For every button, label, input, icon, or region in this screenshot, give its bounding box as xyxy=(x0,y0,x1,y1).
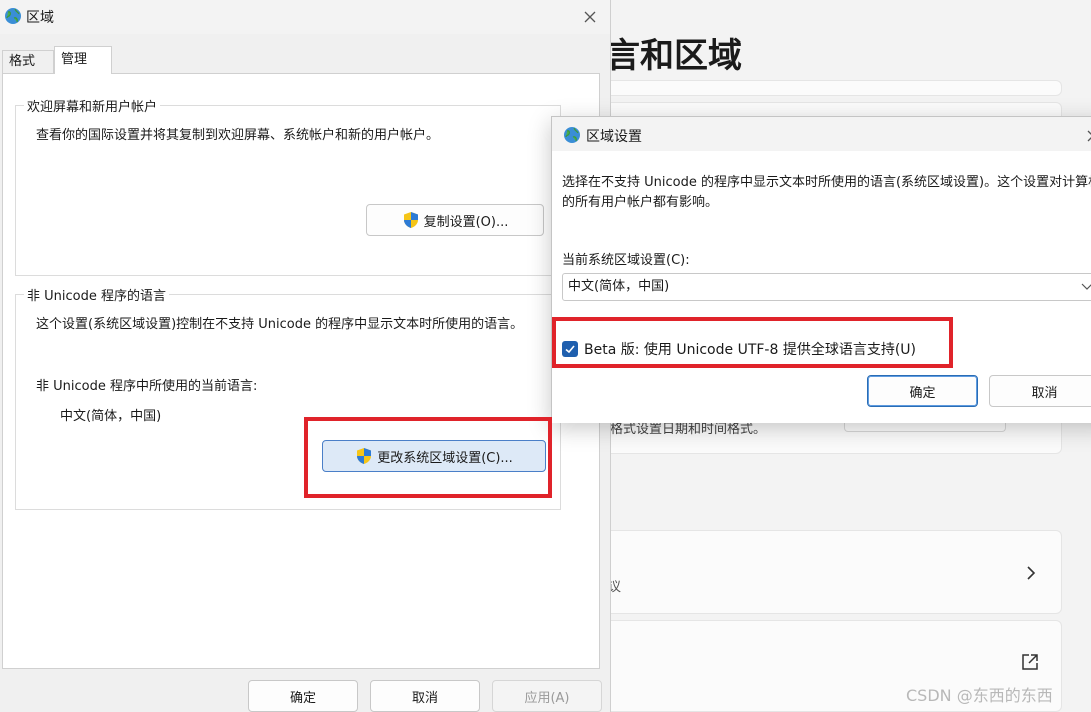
globe-icon xyxy=(4,7,22,25)
settings-card xyxy=(600,80,1062,96)
cancel-button[interactable]: 取消 xyxy=(989,375,1091,407)
dialog-body: 选择在不支持 Unicode 的程序中显示文本时所使用的语言(系统区域设置)。这… xyxy=(552,151,1091,423)
uac-shield-icon xyxy=(403,212,418,228)
close-icon[interactable] xyxy=(1082,125,1091,147)
apply-button[interactable]: 应用(A) xyxy=(492,680,602,712)
tab-administrative[interactable]: 管理 xyxy=(54,46,112,74)
group-title: 欢迎屏幕和新用户帐户 xyxy=(24,96,161,115)
locale-description: 选择在不支持 Unicode 的程序中显示文本时所使用的语言(系统区域设置)。这… xyxy=(562,175,1091,210)
window-title: 区域设置 xyxy=(586,129,642,145)
region-dialog: 区域 格式 管理 欢迎屏幕和新用户帐户 查看你的国际设置并将其复制到欢迎屏幕、系… xyxy=(0,0,611,712)
tab-format[interactable]: 格式 xyxy=(2,50,54,74)
group-description: 查看你的国际设置并将其复制到欢迎屏幕、系统帐户和新的用户帐户。 xyxy=(36,128,440,143)
settings-card-link[interactable] xyxy=(600,530,1062,614)
ok-button[interactable]: 确定 xyxy=(248,680,358,712)
group-title: 非 Unicode 程序的语言 xyxy=(24,285,169,304)
welcome-screen-group: 欢迎屏幕和新用户帐户 查看你的国际设置并将其复制到欢迎屏幕、系统帐户和新的用户帐… xyxy=(15,96,561,276)
system-locale-select[interactable]: 中文(简体，中国) xyxy=(562,273,1091,301)
chevron-right-icon xyxy=(1020,562,1042,584)
watermark: CSDN @东西的东西 xyxy=(906,686,1053,705)
utf8-beta-checkbox[interactable] xyxy=(562,341,578,357)
chevron-down-icon xyxy=(1081,283,1091,290)
close-icon[interactable] xyxy=(579,6,601,28)
cancel-button[interactable]: 取消 xyxy=(370,680,480,712)
checkbox-label: Beta 版: 使用 Unicode UTF-8 提供全球语言支持(U) xyxy=(584,342,917,358)
non-unicode-group: 非 Unicode 程序的语言 这个设置(系统区域设置)控制在不支持 Unico… xyxy=(15,285,561,510)
copy-settings-button[interactable]: 复制设置(O)... xyxy=(366,204,544,236)
button-label: 复制设置(O)... xyxy=(423,214,509,230)
settings-page-title: 言和区域 xyxy=(606,36,742,76)
globe-icon xyxy=(563,126,581,144)
ok-button[interactable]: 确定 xyxy=(867,375,978,407)
uac-shield-icon xyxy=(357,448,372,464)
window-title: 区域 xyxy=(26,10,54,26)
current-language-value: 中文(简体，中国) xyxy=(60,409,162,424)
title-bar[interactable]: 区域设置 xyxy=(552,117,1091,151)
utf8-beta-option[interactable]: Beta 版: 使用 Unicode UTF-8 提供全球语言支持(U) xyxy=(562,339,916,359)
title-bar[interactable]: 区域 xyxy=(0,0,610,34)
region-settings-dialog: 区域设置 选择在不支持 Unicode 的程序中显示文本时所使用的语言(系统区域… xyxy=(551,116,1091,423)
current-language-label: 非 Unicode 程序中所使用的当前语言: xyxy=(36,379,258,394)
external-link-icon xyxy=(1020,652,1042,674)
current-locale-label: 当前系统区域设置(C): xyxy=(562,253,690,268)
change-system-locale-button[interactable]: 更改系统区域设置(C)... xyxy=(322,440,546,472)
button-label: 更改系统区域设置(C)... xyxy=(377,450,513,466)
tab-panel-administrative: 欢迎屏幕和新用户帐户 查看你的国际设置并将其复制到欢迎屏幕、系统帐户和新的用户帐… xyxy=(2,73,600,669)
checkmark-icon xyxy=(565,345,575,354)
group-description: 这个设置(系统区域设置)控制在不支持 Unicode 的程序中显示文本时所使用的… xyxy=(36,317,524,332)
